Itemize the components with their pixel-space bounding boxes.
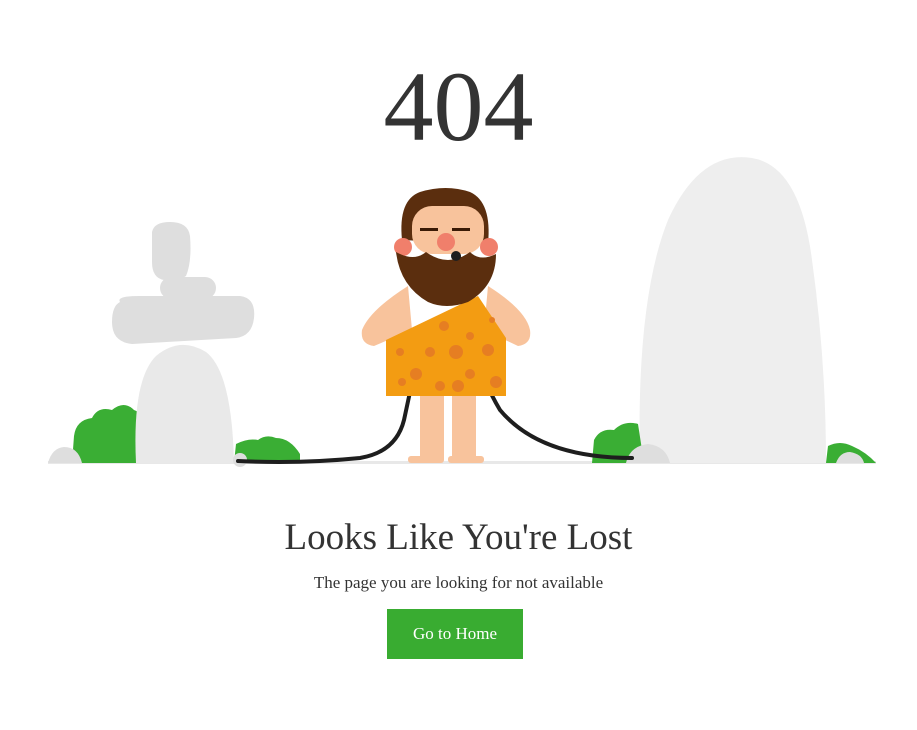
caveman-brow-left: [420, 228, 438, 231]
error-headline: Looks Like You're Lost: [284, 517, 633, 558]
cable-plug: [451, 251, 461, 261]
caveman-leg-left: [420, 390, 444, 460]
caveman-leg-right: [452, 390, 476, 460]
caveman-ear-right: [480, 238, 498, 256]
caveman-illustration: [48, 157, 876, 467]
cairn-stone-base: [135, 344, 234, 463]
cairn-stone-flat: [160, 277, 216, 299]
go-home-button[interactable]: Go to Home: [387, 609, 523, 659]
error-message: The page you are looking for not availab…: [313, 573, 604, 592]
caveman-nose: [437, 233, 455, 251]
cairn-stone-wide: [112, 296, 255, 344]
cairn-stone-top: [152, 222, 191, 281]
error-page: 404 Looks Like You're Lost The page you …: [0, 0, 917, 730]
caveman-foot-left: [408, 456, 444, 463]
caveman-beard: [396, 252, 496, 306]
caveman-foot-right: [448, 456, 484, 463]
rock-large-right: [639, 157, 826, 463]
caveman-brow-right: [452, 228, 470, 231]
